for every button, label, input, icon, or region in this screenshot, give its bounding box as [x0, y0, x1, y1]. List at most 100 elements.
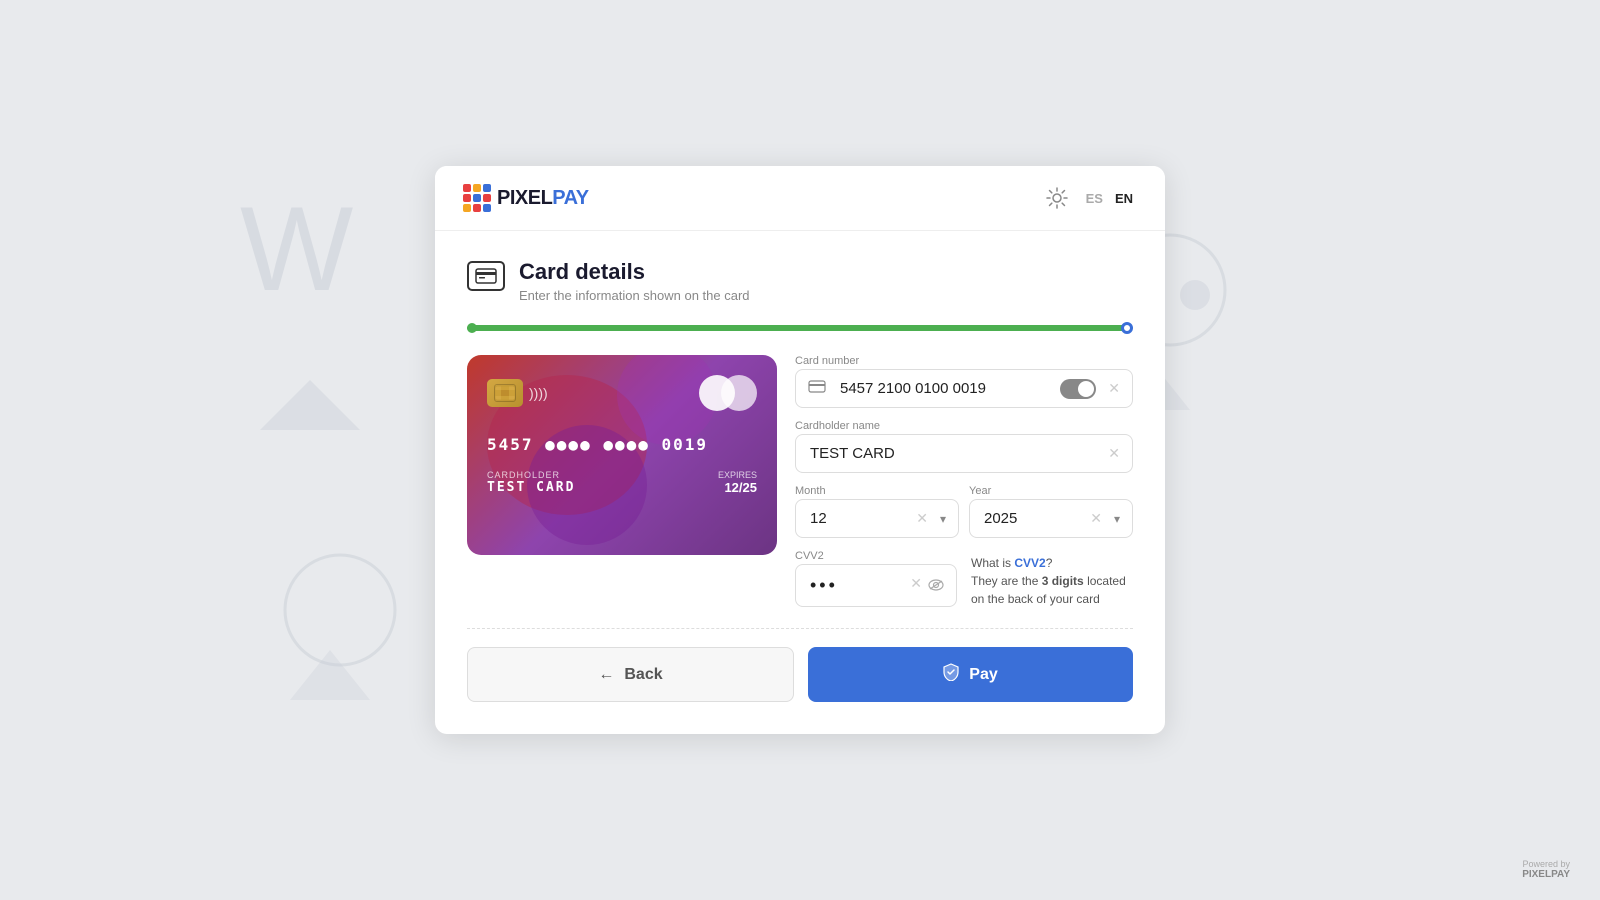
month-label: Month — [795, 485, 959, 497]
main-container: PIXELPAY ES EN — [435, 166, 1165, 734]
pay-label: Pay — [969, 666, 997, 684]
sun-icon[interactable] — [1046, 187, 1068, 209]
cvv-hint-pre: What is — [971, 556, 1014, 570]
year-chevron-icon: ▾ — [1114, 512, 1120, 526]
powered-by: Powered by PIXELPAY — [1522, 859, 1570, 880]
month-year-row: Month 12 ✕ ▾ Year 2025 ✕ ▾ — [795, 485, 1133, 538]
card-number-icon — [808, 380, 826, 398]
divider — [467, 628, 1133, 629]
expires-value: 12/25 — [718, 480, 757, 495]
month-chevron-icon: ▾ — [940, 512, 946, 526]
progress-dot-end — [1121, 322, 1133, 334]
card-number-input-wrap[interactable]: 5457 2100 0100 0019 ✕ — [795, 369, 1133, 408]
logo-dot-1 — [463, 184, 471, 192]
cvv-hint-post: ? — [1046, 556, 1053, 570]
lang-en-button[interactable]: EN — [1111, 189, 1137, 208]
logo-dot-9 — [483, 204, 491, 212]
credit-card-visual: )))) 5457 ●●●● ●●●● 0019 CARDHOLDER TEST… — [467, 355, 777, 555]
cvv-row: CVV2 ••• ✕ What is CVV2? They are the 3 … — [795, 550, 1133, 608]
cvv-field: CVV2 ••• ✕ — [795, 550, 957, 607]
month-star: ✕ — [916, 510, 928, 527]
contactless-icon: )))) — [529, 385, 548, 401]
month-value: 12 — [810, 510, 922, 527]
powered-line1: Powered by — [1522, 859, 1570, 869]
card-icon — [467, 261, 505, 291]
progress-dot-start — [467, 323, 477, 333]
section-title: Card details — [519, 259, 750, 285]
logo: PIXELPAY — [463, 184, 589, 212]
card-number-field: Card number 5457 2100 0100 0019 ✕ — [795, 355, 1133, 408]
card-bottom: CARDHOLDER TEST CARD EXPIRES 12/25 — [487, 470, 757, 495]
cvv-input-wrap[interactable]: ••• ✕ — [795, 564, 957, 607]
cvv-desc-pre: They are the — [971, 574, 1042, 588]
logo-grid — [463, 184, 491, 212]
card-number-visual: 5457 ●●●● ●●●● 0019 — [487, 435, 757, 454]
shield-icon — [943, 663, 959, 686]
progress-bar — [467, 325, 1133, 331]
logo-dot-2 — [473, 184, 481, 192]
cardholder-name-star: ✕ — [1108, 445, 1120, 462]
chip-icon — [487, 379, 523, 407]
cardholder-value: TEST CARD — [487, 480, 575, 495]
back-label: Back — [624, 666, 662, 684]
lang-switch: ES EN — [1082, 189, 1137, 208]
cardholder-name-label: Cardholder name — [795, 420, 1133, 432]
cardholder-name-field: Cardholder name TEST CARD ✕ — [795, 420, 1133, 473]
card-number-star: ✕ — [1108, 380, 1120, 397]
content: Card details Enter the information shown… — [435, 231, 1165, 734]
cvv-value: ••• — [810, 575, 838, 596]
logo-pixel: PIXEL — [497, 187, 552, 209]
year-select-wrap[interactable]: 2025 ✕ ▾ — [969, 499, 1133, 538]
logo-text: PIXELPAY — [497, 187, 589, 210]
month-select-wrap[interactable]: 12 ✕ ▾ — [795, 499, 959, 538]
cardholder-label: CARDHOLDER — [487, 470, 575, 480]
header: PIXELPAY ES EN — [435, 166, 1165, 231]
mastercard-logo — [699, 375, 757, 411]
cardholder-name-input-wrap[interactable]: TEST CARD ✕ — [795, 434, 1133, 473]
month-field: Month 12 ✕ ▾ — [795, 485, 959, 538]
form-fields: Card number 5457 2100 0100 0019 ✕ — [795, 355, 1133, 608]
header-right: ES EN — [1046, 187, 1137, 209]
card-number-toggle[interactable] — [1060, 379, 1096, 399]
card-top: )))) — [487, 375, 757, 411]
progress-fill — [467, 325, 1127, 331]
expires-area: EXPIRES 12/25 — [718, 470, 757, 495]
toggle-knob — [1078, 381, 1094, 397]
chip-area: )))) — [487, 379, 548, 407]
back-arrow-icon: ← — [598, 666, 614, 684]
eye-icon[interactable] — [928, 578, 944, 594]
year-value: 2025 — [984, 510, 1096, 527]
lang-es-button[interactable]: ES — [1082, 189, 1107, 208]
expires-label: EXPIRES — [718, 470, 757, 480]
logo-dot-3 — [483, 184, 491, 192]
card-number-label: Card number — [795, 355, 1133, 367]
logo-pay: PAY — [552, 187, 588, 209]
logo-dot-7 — [463, 204, 471, 212]
toggle-switch[interactable] — [1060, 379, 1096, 399]
year-field: Year 2025 ✕ ▾ — [969, 485, 1133, 538]
logo-dot-5 — [473, 194, 481, 202]
cvv-desc-bold: 3 digits — [1042, 574, 1084, 588]
section-text: Card details Enter the information shown… — [519, 259, 750, 303]
logo-dot-6 — [483, 194, 491, 202]
cvv-star: ✕ — [910, 575, 922, 592]
pay-button[interactable]: Pay — [808, 647, 1133, 702]
cvv-link[interactable]: CVV2 — [1014, 556, 1045, 570]
cardholder-area: CARDHOLDER TEST CARD — [487, 470, 575, 495]
cvv-label: CVV2 — [795, 550, 957, 562]
year-label: Year — [969, 485, 1133, 497]
section-subtitle: Enter the information shown on the card — [519, 288, 750, 303]
cvv-hint: What is CVV2? They are the 3 digits loca… — [971, 550, 1133, 608]
mc-circle-right — [721, 375, 757, 411]
back-button[interactable]: ← Back — [467, 647, 794, 702]
section-header: Card details Enter the information shown… — [467, 259, 1133, 303]
footer-buttons: ← Back Pay — [467, 647, 1133, 702]
year-star: ✕ — [1090, 510, 1102, 527]
cardholder-name-value: TEST CARD — [810, 445, 895, 462]
svg-text:W: W — [240, 182, 353, 316]
card-number-value: 5457 2100 0100 0019 — [840, 380, 986, 397]
two-col-layout: )))) 5457 ●●●● ●●●● 0019 CARDHOLDER TEST… — [467, 355, 1133, 608]
logo-dot-8 — [473, 204, 481, 212]
powered-line2: PIXELPAY — [1522, 869, 1570, 880]
logo-dot-4 — [463, 194, 471, 202]
